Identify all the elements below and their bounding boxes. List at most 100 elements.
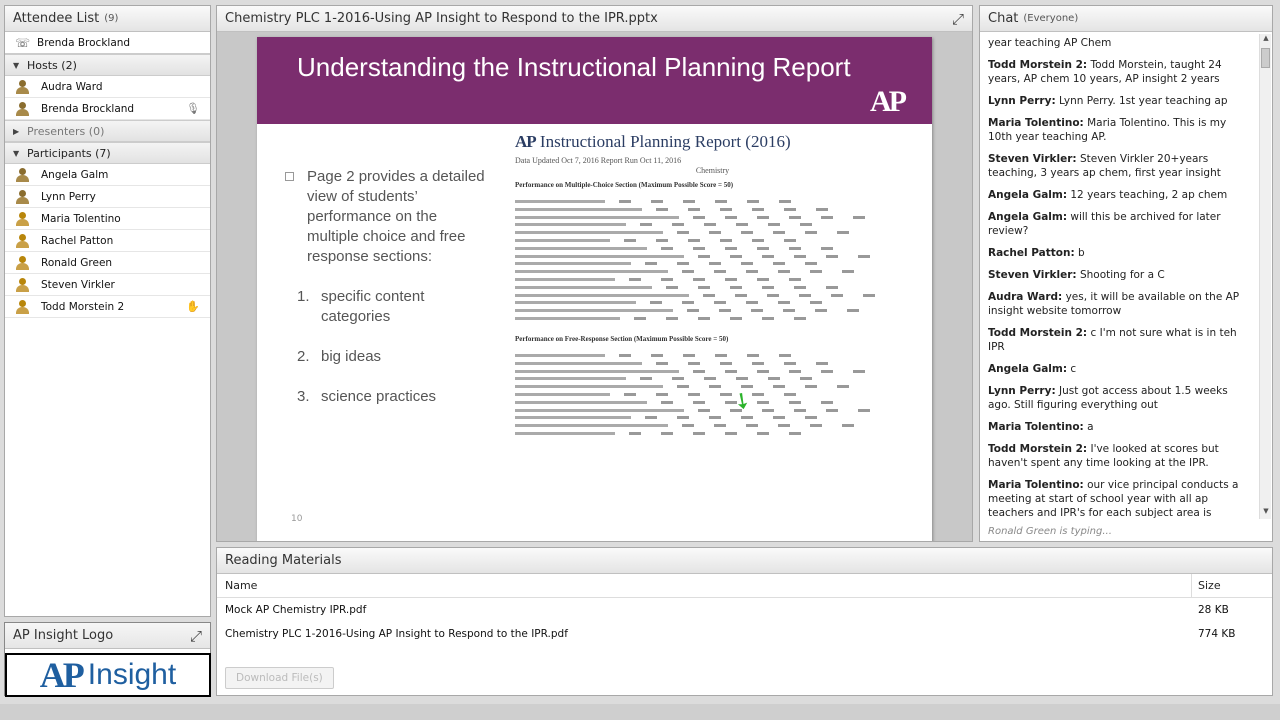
logo-pod-title: AP Insight Logo <box>13 628 114 643</box>
scroll-up-icon[interactable]: ▲ <box>1260 34 1272 46</box>
chat-sender: Todd Morstein 2: <box>988 443 1088 455</box>
report-line <box>515 316 910 321</box>
attendee-row[interactable]: Rachel Patton <box>5 230 210 252</box>
file-row[interactable]: Mock AP Chemistry IPR.pdf 28 KB <box>217 598 1272 622</box>
report-line <box>515 376 910 381</box>
typing-indicator: Ronald Green is typing... <box>988 526 1112 537</box>
phone-icon: ☏ <box>15 35 31 50</box>
microphone-icon[interactable]: 🎙 <box>186 102 200 115</box>
chat-sender: Rachel Patton: <box>988 247 1075 259</box>
attendee-name: Steven Virkler <box>41 278 115 291</box>
hosts-group-header[interactable]: ▼ Hosts (2) <box>5 54 210 76</box>
report-subtitle: Data Updated Oct 7, 2016 Report Run Oct … <box>515 156 682 165</box>
file-name: Mock AP Chemistry IPR.pdf <box>225 604 367 616</box>
share-pod: Chemistry PLC 1-2016-Using AP Insight to… <box>216 5 973 542</box>
chat-sender: Steven Virkler: <box>988 153 1077 165</box>
attendee-name: Ronald Green <box>41 256 113 269</box>
report-line <box>515 285 910 290</box>
presenter-row[interactable]: ☏ Brenda Brockland <box>5 32 210 54</box>
chat-text: 12 years teaching, 2 ap chem <box>1070 189 1228 201</box>
report-line <box>515 261 910 266</box>
files-title-bar: Reading Materials <box>217 548 1272 574</box>
chat-scope[interactable]: (Everyone) <box>1023 13 1078 24</box>
report-table-mc <box>515 199 910 321</box>
report-subject: Chemistry <box>695 166 730 175</box>
slide-ap-logo: AP <box>870 85 907 118</box>
chat-sender: Maria Tolentino: <box>988 479 1084 491</box>
attendee-row[interactable]: Angela Galm <box>5 164 210 186</box>
chat-text: Lynn Perry. 1st year teaching ap <box>1059 95 1228 107</box>
attendee-row[interactable]: Lynn Perry <box>5 186 210 208</box>
chat-text: c <box>1070 363 1077 375</box>
attendee-list-title: Attendee List <box>13 11 100 26</box>
chat-sender: Angela Galm: <box>988 363 1068 375</box>
person-icon <box>15 277 29 292</box>
chat-message: Lynn Perry: Just got access about 1.5 we… <box>988 384 1250 412</box>
chat-sender: Angela Galm: <box>988 211 1068 223</box>
attendee-row[interactable]: Todd Morstein 2 ✋ <box>5 296 210 318</box>
report-title: AP Instructional Planning Report (2016) <box>515 132 910 152</box>
slide-title: Understanding the Instructional Planning… <box>297 52 851 82</box>
column-header-size[interactable]: Size <box>1192 579 1272 592</box>
slide-bullet-text: Page 2 provides a detailed view of stude… <box>307 168 485 265</box>
chat-text: Shooting for a C <box>1079 269 1165 281</box>
attendee-list-pod: Attendee List (9) ☏ Brenda Brockland ▼ H… <box>4 5 211 617</box>
attendee-row[interactable]: Brenda Brockland 🎙 <box>5 98 210 120</box>
expand-triangle-icon[interactable]: ▶ <box>13 127 27 136</box>
column-header-name[interactable]: Name <box>217 574 1192 597</box>
person-icon <box>15 79 29 94</box>
person-icon <box>15 167 29 182</box>
report-line <box>515 408 910 413</box>
attendee-list-title-bar: Attendee List (9) <box>5 6 210 32</box>
report-line <box>515 392 910 397</box>
raised-hand-icon[interactable]: ✋ <box>186 300 200 313</box>
scroll-down-icon[interactable]: ▼ <box>1260 507 1272 519</box>
chat-messages: year teaching AP Chem Todd Morstein 2: To… <box>980 32 1258 519</box>
fullscreen-icon[interactable]: ⤢ <box>190 627 202 645</box>
attendee-name: Audra Ward <box>41 80 103 93</box>
person-icon <box>15 101 29 116</box>
chat-sender: Lynn Perry: <box>988 95 1056 107</box>
attendee-name: Maria Tolentino <box>41 212 121 225</box>
file-size: 28 KB <box>1198 604 1229 616</box>
fullscreen-icon[interactable]: ⤢ <box>952 10 964 28</box>
chat-message: Rachel Patton: b <box>988 246 1250 260</box>
chat-message: Lynn Perry: Lynn Perry. 1st year teachin… <box>988 94 1250 108</box>
files-table-header: Name Size <box>217 574 1272 598</box>
presenters-group-header[interactable]: ▶ Presenters (0) <box>5 120 210 142</box>
chat-message: Angela Galm: c <box>988 362 1250 376</box>
chat-text: b <box>1078 247 1085 259</box>
report-line <box>515 215 910 220</box>
download-files-button[interactable]: Download File(s) <box>225 667 334 689</box>
list-number: 1. <box>297 288 310 305</box>
participants-group-header[interactable]: ▼ Participants (7) <box>5 142 210 164</box>
logo-pod: AP Insight Logo ⤢ AP Insight <box>4 622 211 697</box>
report-line <box>515 353 910 358</box>
collapse-triangle-icon[interactable]: ▼ <box>13 61 27 70</box>
slide-body-text: Page 2 provides a detailed view of stude… <box>285 167 485 427</box>
slide-list-item: 3. science practices <box>297 387 485 407</box>
chat-sender: Steven Virkler: <box>988 269 1077 281</box>
attendee-row[interactable]: Ronald Green <box>5 252 210 274</box>
presenters-group-label: Presenters (0) <box>27 124 105 138</box>
chat-sender: Audra Ward: <box>988 291 1063 303</box>
chat-message: Audra Ward: yes, it will be available on… <box>988 290 1250 318</box>
ap-insight-logo: AP Insight <box>5 653 211 697</box>
report-line <box>515 222 910 227</box>
hosts-group-label: Hosts (2) <box>27 58 77 72</box>
files-title: Reading Materials <box>225 553 342 568</box>
participants-group-label: Participants (7) <box>27 146 111 160</box>
attendee-row[interactable]: Audra Ward <box>5 76 210 98</box>
attendee-row[interactable]: Steven Virkler <box>5 274 210 296</box>
chat-message: Steven Virkler: Steven Virkler 20+years … <box>988 152 1250 180</box>
report-line <box>515 246 910 251</box>
slide-header: Understanding the Instructional Planning… <box>257 37 932 124</box>
attendee-name: Angela Galm <box>41 168 109 181</box>
attendee-row[interactable]: Maria Tolentino <box>5 208 210 230</box>
chat-scrollbar[interactable]: ▲ ▼ <box>1259 34 1271 519</box>
scroll-thumb[interactable] <box>1261 48 1270 68</box>
slide-list-item: 2. big ideas <box>297 347 485 367</box>
file-row[interactable]: Chemistry PLC 1-2016-Using AP Insight to… <box>217 622 1272 646</box>
collapse-triangle-icon[interactable]: ▼ <box>13 149 27 158</box>
list-text: science practices <box>321 388 437 405</box>
